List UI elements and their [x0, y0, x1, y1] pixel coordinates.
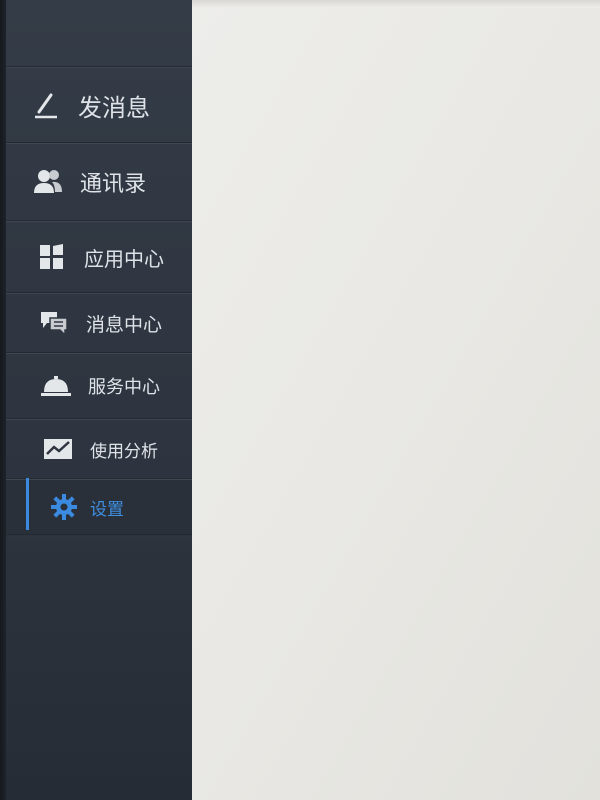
sidebar-empty-area — [6, 540, 198, 800]
sidebar-nav: 发消息 通讯录 应用中心 消息中心 服务中心 使用分析 设置 — [6, 67, 198, 535]
messages-icon — [36, 305, 72, 341]
sidebar-item-service[interactable]: 服务中心 — [6, 353, 198, 419]
gear-icon — [46, 489, 82, 525]
sidebar-item-label: 应用中心 — [84, 246, 164, 271]
analytics-icon — [40, 431, 76, 467]
sidebar-item-label: 设置 — [90, 499, 124, 520]
sidebar-item-contacts[interactable]: 通讯录 — [6, 143, 198, 221]
sidebar-item-settings[interactable]: 设置 — [6, 478, 198, 535]
service-bell-icon — [38, 368, 74, 404]
sidebar-item-label: 发消息 — [78, 93, 150, 122]
sidebar-item-apps[interactable]: 应用中心 — [6, 221, 198, 293]
main-content — [192, 0, 600, 800]
content-top-edge — [192, 0, 600, 8]
sidebar-item-label: 使用分析 — [90, 441, 158, 462]
sidebar: 发消息 通讯录 应用中心 消息中心 服务中心 使用分析 设置 — [6, 0, 198, 800]
sidebar-item-label: 消息中心 — [86, 313, 163, 336]
contacts-icon — [30, 164, 66, 200]
sidebar-item-compose[interactable]: 发消息 — [6, 67, 198, 143]
sidebar-item-analytics[interactable]: 使用分析 — [6, 419, 198, 479]
sidebar-item-label: 通讯录 — [80, 172, 147, 197]
sidebar-header — [6, 0, 198, 67]
sidebar-item-label: 服务中心 — [88, 377, 160, 398]
screen: 发消息 通讯录 应用中心 消息中心 服务中心 使用分析 设置 — [0, 0, 600, 800]
compose-icon — [28, 87, 64, 123]
sidebar-item-messages[interactable]: 消息中心 — [6, 293, 198, 353]
apps-icon — [34, 239, 70, 275]
